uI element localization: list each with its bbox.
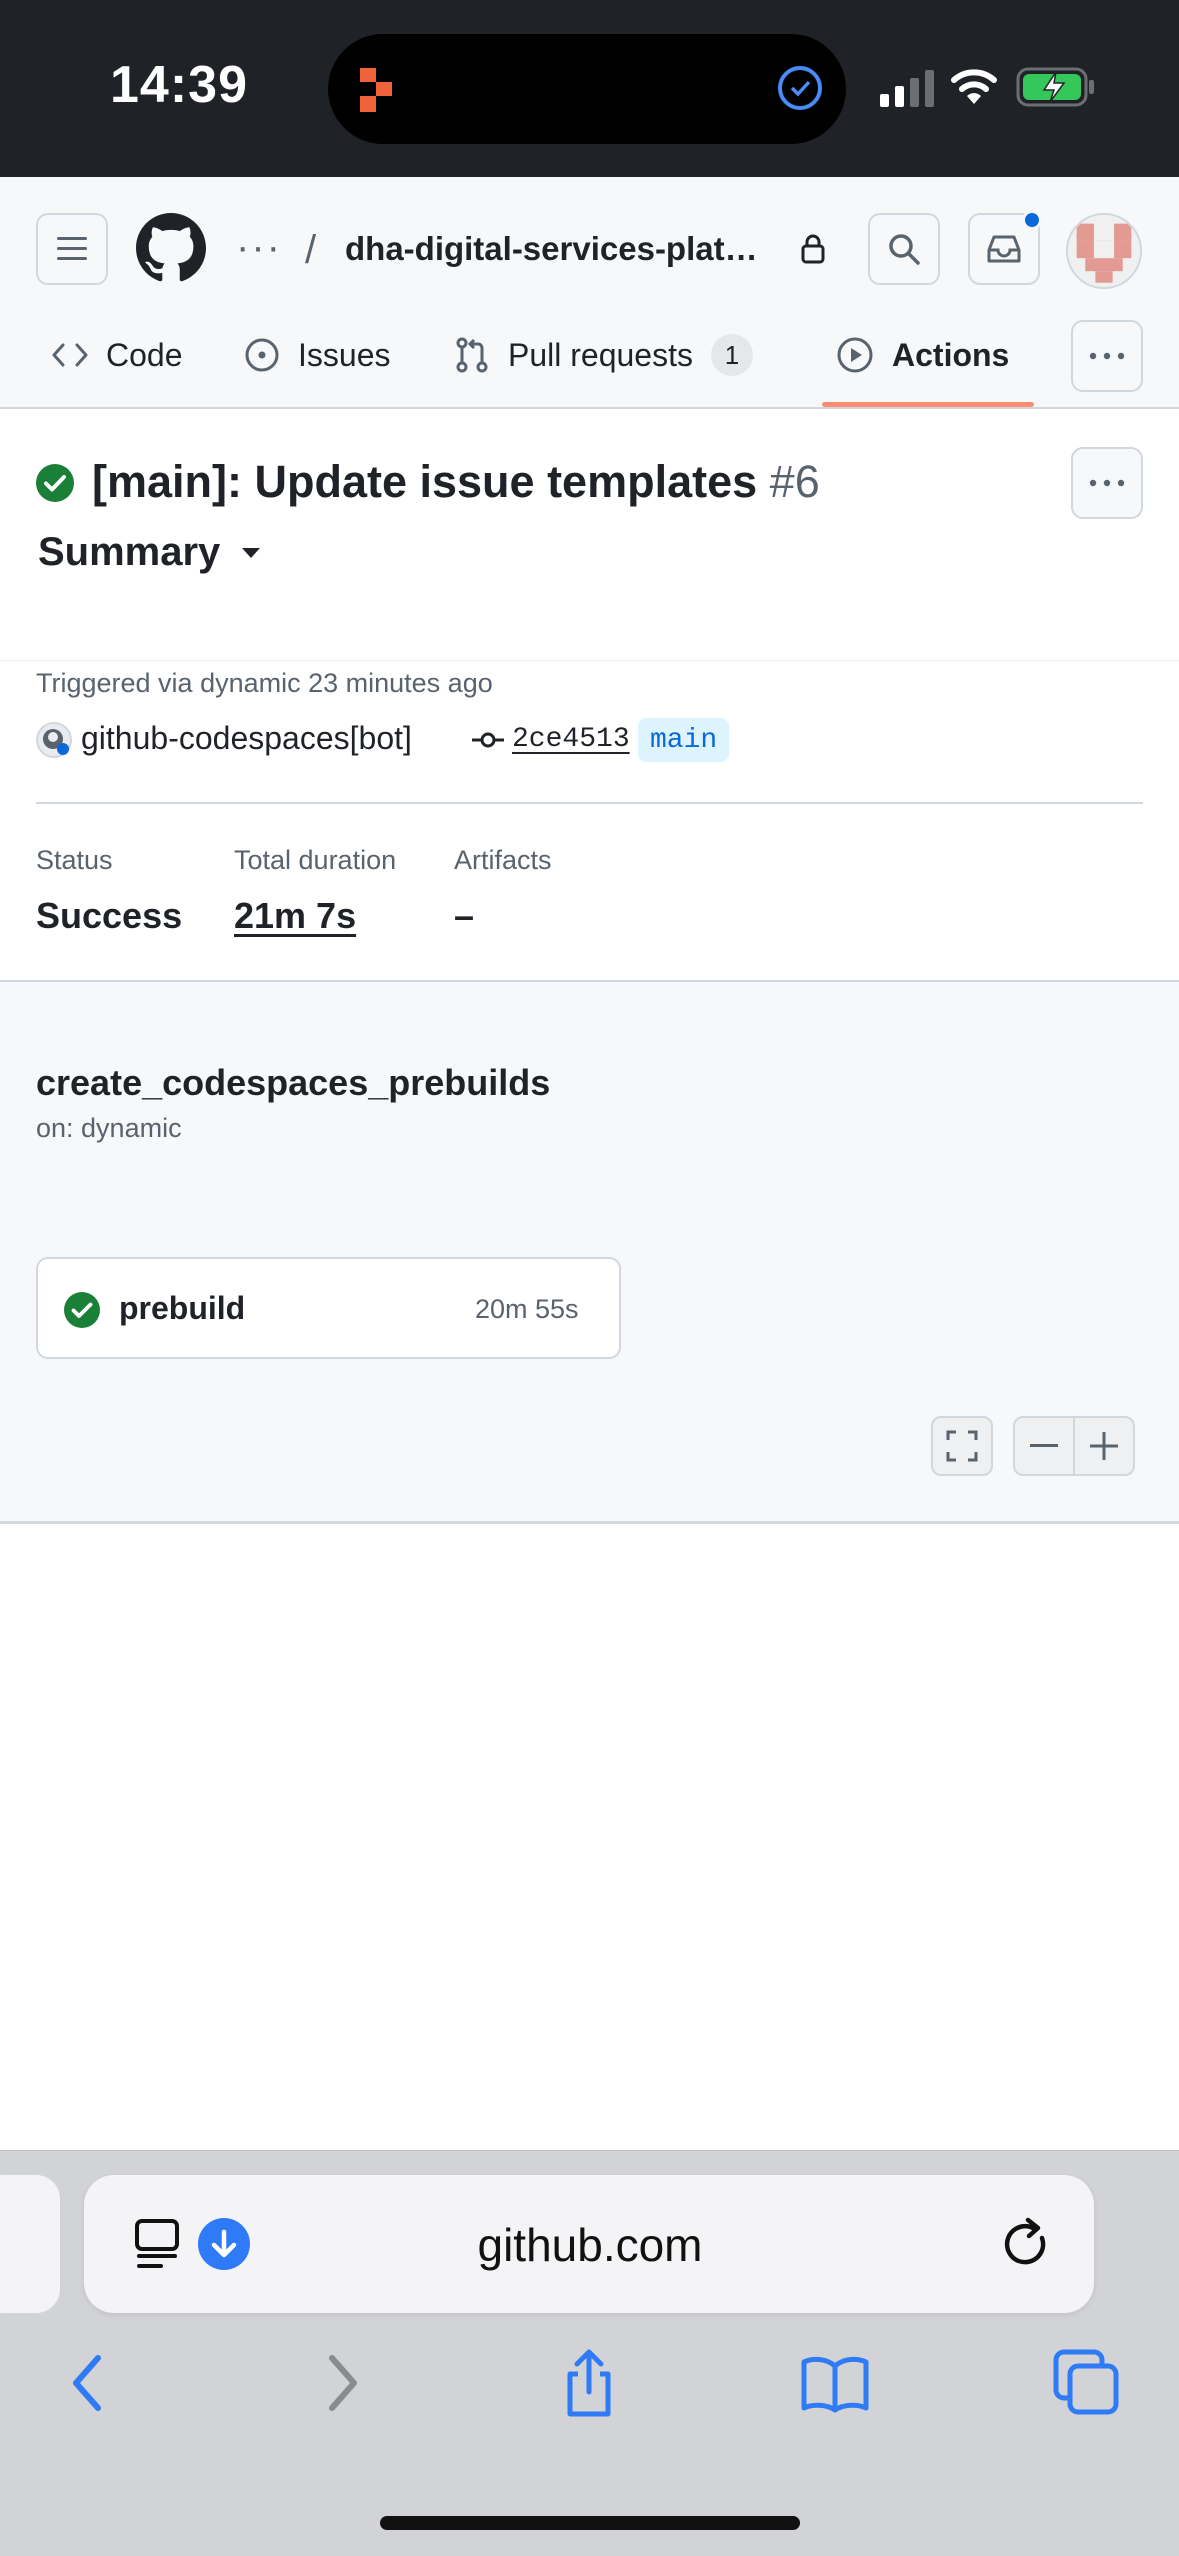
github-logo-icon[interactable] bbox=[136, 213, 206, 283]
fullscreen-button[interactable] bbox=[931, 1416, 993, 1476]
code-icon bbox=[52, 343, 88, 367]
duration-value-link[interactable]: 21m 7s bbox=[234, 895, 356, 937]
summary-dropdown[interactable]: Summary bbox=[38, 530, 261, 575]
tab-issues[interactable]: Issues bbox=[244, 330, 390, 380]
git-commit-icon bbox=[472, 732, 504, 748]
notification-indicator bbox=[1022, 210, 1042, 230]
git-pull-request-icon bbox=[456, 337, 488, 373]
share-icon[interactable] bbox=[554, 2348, 624, 2418]
lock-icon bbox=[801, 234, 825, 264]
cellular-signal-icon bbox=[880, 70, 934, 107]
identicon bbox=[1068, 215, 1140, 287]
summary-dropdown-label: Summary bbox=[38, 530, 221, 574]
tab-code-label: Code bbox=[106, 336, 183, 373]
commit-sha-link[interactable]: 2ce4513 bbox=[512, 724, 630, 755]
bookmarks-book-icon[interactable] bbox=[800, 2348, 870, 2418]
forward-chevron-icon[interactable] bbox=[306, 2348, 376, 2418]
menu-button[interactable] bbox=[36, 213, 108, 285]
repo-name-link[interactable]: dha-digital-services-plat… bbox=[345, 230, 758, 268]
actor-name-link[interactable]: github-codespaces[bot] bbox=[81, 720, 412, 757]
zoom-out-button[interactable] bbox=[1013, 1416, 1075, 1476]
caret-down-icon bbox=[242, 547, 261, 558]
tab-pull-requests[interactable]: Pull requests 1 bbox=[454, 330, 753, 380]
success-check-icon bbox=[36, 464, 74, 502]
trigger-info: Triggered via dynamic 23 minutes ago bbox=[36, 668, 493, 698]
github-bot-avatar-icon bbox=[43, 729, 69, 755]
issue-opened-icon bbox=[245, 338, 279, 372]
run-title: [main]: Update issue templates #6 bbox=[92, 456, 820, 508]
job-name: prebuild bbox=[119, 1290, 246, 1326]
actor-avatar[interactable] bbox=[36, 722, 72, 758]
run-number: #6 bbox=[769, 456, 820, 507]
tab-actions-label: Actions bbox=[892, 336, 1010, 373]
artifacts-value: – bbox=[454, 895, 475, 936]
search-button[interactable] bbox=[868, 213, 940, 285]
selected-tab-indicator bbox=[822, 402, 1034, 407]
user-avatar[interactable] bbox=[1066, 213, 1142, 289]
previous-tab-peek[interactable] bbox=[0, 2175, 60, 2313]
pull-requests-count-badge: 1 bbox=[710, 334, 753, 376]
artifacts-label: Artifacts bbox=[454, 845, 552, 875]
job-duration: 20m 55s bbox=[475, 1294, 579, 1324]
duration-label: Total duration bbox=[234, 845, 397, 875]
inbox-icon bbox=[987, 235, 1021, 263]
url-text[interactable]: github.com bbox=[380, 2218, 800, 2272]
status-time: 14:39 bbox=[110, 56, 248, 114]
zoom-in-button[interactable] bbox=[1073, 1416, 1135, 1476]
wifi-icon bbox=[951, 69, 997, 104]
run-more-options-button[interactable] bbox=[1071, 447, 1143, 519]
success-check-icon bbox=[64, 1292, 100, 1328]
download-icon[interactable] bbox=[198, 2218, 250, 2270]
dash-icon bbox=[1030, 1444, 1058, 1447]
tab-pull-requests-label: Pull requests bbox=[508, 336, 693, 373]
app-activity-icon bbox=[360, 68, 392, 112]
home-indicator bbox=[380, 2516, 800, 2530]
back-chevron-icon[interactable] bbox=[54, 2348, 124, 2418]
plus-icon bbox=[1090, 1432, 1118, 1460]
breadcrumb-separator: / bbox=[305, 228, 317, 272]
tab-issues-label: Issues bbox=[298, 336, 391, 373]
screen-full-icon bbox=[946, 1430, 978, 1462]
status-label: Status bbox=[36, 845, 113, 875]
kebab-horizontal-icon bbox=[1089, 479, 1125, 487]
workflow-name: create_codespaces_prebuilds bbox=[36, 1062, 551, 1103]
status-value: Success bbox=[36, 895, 183, 936]
page-menu-icon[interactable] bbox=[134, 2217, 184, 2271]
tab-actions[interactable]: Actions bbox=[836, 330, 1009, 380]
more-tabs-button[interactable] bbox=[1071, 320, 1143, 392]
tab-code[interactable]: Code bbox=[52, 330, 183, 380]
reload-icon[interactable] bbox=[1002, 2216, 1054, 2272]
tabs-overview-icon[interactable] bbox=[1052, 2348, 1122, 2418]
battery-charging-icon bbox=[1016, 67, 1094, 107]
dynamic-island bbox=[328, 34, 846, 144]
hamburger-icon bbox=[57, 237, 87, 260]
workflow-trigger: on: dynamic bbox=[36, 1113, 182, 1143]
play-circle-icon bbox=[837, 337, 873, 373]
run-title-text: [main]: Update issue templates bbox=[92, 456, 758, 507]
branch-badge[interactable]: main bbox=[638, 718, 730, 762]
search-icon bbox=[889, 234, 920, 265]
kebab-horizontal-icon bbox=[1089, 352, 1125, 360]
breadcrumb-more-button[interactable]: ··· bbox=[236, 225, 282, 270]
divider bbox=[0, 660, 1179, 661]
divider bbox=[36, 802, 1143, 804]
check-circle-icon bbox=[778, 66, 822, 110]
